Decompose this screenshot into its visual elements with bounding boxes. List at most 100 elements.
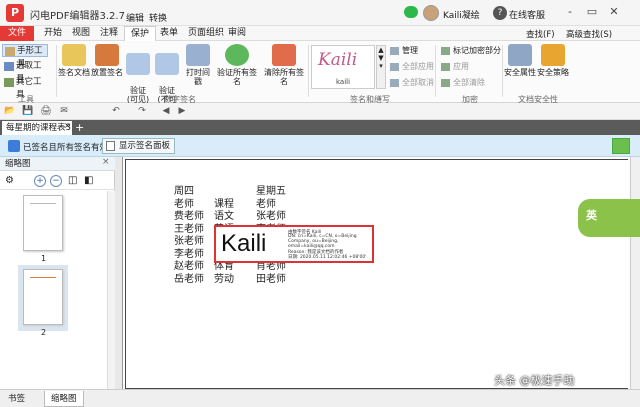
maximize-button[interactable]: ▭ xyxy=(582,4,602,20)
encrypt-clear-all-button[interactable]: 全部清除 xyxy=(441,77,485,89)
tab-start[interactable]: 开始 xyxy=(38,26,68,41)
minimize-button[interactable]: - xyxy=(560,4,580,20)
table-cell: 田老师 xyxy=(256,273,286,285)
app-logo-icon: P xyxy=(6,4,24,22)
menu-edit[interactable]: 编辑 xyxy=(126,11,144,24)
menu-convert[interactable]: 转换 xyxy=(149,11,167,24)
verify-visible-button[interactable]: 验证 (可见) xyxy=(124,42,152,104)
tab-protect[interactable]: 保护 xyxy=(124,26,157,41)
signature-gallery[interactable]: Kaili kaili xyxy=(311,45,375,89)
sign-document-button[interactable]: 签名文档 xyxy=(58,42,90,92)
verify-all-signatures-button[interactable]: 验证所有签名 xyxy=(214,42,260,92)
tab-file[interactable]: 文件 xyxy=(0,26,34,41)
save-icon[interactable]: 💾 xyxy=(22,106,34,117)
document-scrollbar[interactable] xyxy=(630,157,640,389)
tab-view[interactable]: 视图 xyxy=(66,26,96,41)
thumbnail-panel-title: 缩略图 xyxy=(0,157,115,171)
mark-encrypt-button[interactable]: 标记加密部分 xyxy=(441,45,501,57)
wechat-icon[interactable] xyxy=(404,6,418,18)
quick-access-toolbar: 📂 💾 🖨 ✉ ↶ ↷ ◀ ▶ xyxy=(0,103,640,120)
thumbnail-panel: 缩略图 × ⚙ + − ◫ ◧ 1 2 xyxy=(0,157,115,389)
zoom-in-icon[interactable]: + xyxy=(34,175,46,187)
manage-icon xyxy=(390,47,399,55)
close-tab-icon[interactable]: × xyxy=(64,121,71,130)
open-icon[interactable]: 📂 xyxy=(4,106,16,117)
user-name[interactable]: Kaili凝绘 xyxy=(443,8,480,21)
tab-form[interactable]: 表单 xyxy=(154,26,184,41)
gallery-scrollbar[interactable]: ▲ ▼ ▾ xyxy=(376,45,386,89)
redo-icon[interactable]: ↷ xyxy=(136,106,148,117)
side-panel-toggle-icon[interactable] xyxy=(612,138,630,154)
ribbon-tabs: 文件 开始 视图 注释 保护 表单 页面组织 审阅 查找(F) 高级查找(S) xyxy=(0,26,640,41)
app-title: 闪电PDF编辑器3.2.7 xyxy=(30,11,125,22)
floating-assistant-widget[interactable]: 英 xyxy=(578,199,640,237)
avatar[interactable] xyxy=(423,5,439,21)
page-number-2: 2 xyxy=(41,328,47,337)
verify-invisible-button[interactable]: 验证 (不可见) xyxy=(152,42,182,113)
hand-tool-button[interactable]: 手形工具 xyxy=(2,44,48,69)
page-thumbnail-2[interactable] xyxy=(23,269,63,325)
verify-invisible-icon xyxy=(155,53,179,75)
signature-detail: 日期: 2020.05.11 12:02:46 +08'00' xyxy=(288,255,367,260)
table-cell: 劳动 xyxy=(214,273,234,285)
panel-icon xyxy=(106,141,115,151)
back-icon[interactable]: ◀ xyxy=(160,106,172,117)
verify-icon xyxy=(126,53,150,75)
select-tool-button[interactable]: 选取工具 xyxy=(2,60,48,84)
thumbnail-scrollbar[interactable] xyxy=(107,191,115,389)
tab-thumbnails[interactable]: 缩略图 xyxy=(44,391,84,407)
tab-annotate[interactable]: 注释 xyxy=(94,26,124,41)
apply-icon xyxy=(390,63,399,71)
cancel-all-button[interactable]: 全部取消 xyxy=(390,77,434,89)
tab-bookmarks[interactable]: 书签 xyxy=(2,391,31,407)
insert-page-icon[interactable]: ◫ xyxy=(68,175,77,186)
divider xyxy=(502,45,503,97)
show-signature-panel-button[interactable]: 显示签名面板 xyxy=(102,138,176,154)
clear-all-signatures-button[interactable]: 清除所有签名 xyxy=(261,42,307,92)
cursor-icon xyxy=(4,62,14,71)
check-all-icon xyxy=(225,44,249,66)
advanced-find-button[interactable]: 高级查找(S) xyxy=(566,28,612,40)
settings-icon[interactable]: ⚙ xyxy=(5,175,14,186)
document-view[interactable]: 周四星期五老师课程老师费老师语文张老师王老师英语李老师张老师化学赵老师李老师数学… xyxy=(123,157,630,389)
tools-icon xyxy=(4,78,14,87)
manage-button[interactable]: 管理 xyxy=(390,45,418,57)
place-signature-button[interactable]: 放置签名 xyxy=(91,42,123,92)
page-thumbnail-1[interactable] xyxy=(23,195,63,251)
signature-field[interactable]: Kaili 由数字签名 Kaili DN: cn=Kaili, c=CN, o=… xyxy=(214,225,374,263)
divider xyxy=(308,45,309,97)
thumbnail-toolbar: ⚙ + − ◫ ◧ xyxy=(0,172,115,190)
email-icon[interactable]: ✉ xyxy=(58,106,70,117)
other-tools-button[interactable]: 其它工具 xyxy=(2,76,48,100)
widget-label: 英 xyxy=(586,209,597,222)
stamp-icon xyxy=(95,44,119,66)
headset-icon[interactable]: ? xyxy=(493,6,507,20)
mark-icon xyxy=(441,47,450,55)
document-tab[interactable]: 每星期的课程表3 xyxy=(2,121,72,135)
gear-shield-icon xyxy=(541,44,565,66)
print-icon[interactable]: 🖨 xyxy=(40,106,52,117)
clear-icon xyxy=(441,79,450,87)
undo-icon[interactable]: ↶ xyxy=(110,106,122,117)
security-policy-button[interactable]: 安全策略 xyxy=(537,42,569,92)
panel-splitter[interactable] xyxy=(115,157,123,389)
clear-all-icon xyxy=(272,44,296,66)
security-properties-button[interactable]: 安全属性 xyxy=(504,42,536,92)
document-tab-bar: 每星期的课程表3 × + xyxy=(0,120,640,135)
close-window-button[interactable]: ✕ xyxy=(604,4,624,20)
zoom-out-icon[interactable]: − xyxy=(50,175,62,187)
forward-icon[interactable]: ▶ xyxy=(176,106,188,117)
apply-all-button[interactable]: 全部应用 xyxy=(390,61,434,73)
tab-review[interactable]: 审阅 xyxy=(222,26,252,41)
timestamp-icon xyxy=(186,44,210,66)
online-help-link[interactable]: 在线客服 xyxy=(509,8,545,21)
bottom-tab-bar: 书签 缩略图 xyxy=(0,389,640,407)
extract-page-icon[interactable]: ◧ xyxy=(84,175,93,186)
timestamp-button[interactable]: 打时间戳 xyxy=(183,42,213,92)
close-panel-icon[interactable]: × xyxy=(102,157,110,167)
divider xyxy=(435,45,436,97)
apply-icon xyxy=(441,63,450,71)
add-tab-button[interactable]: + xyxy=(75,121,84,134)
encrypt-apply-button[interactable]: 应用 xyxy=(441,61,469,73)
find-button[interactable]: 查找(F) xyxy=(526,28,555,40)
